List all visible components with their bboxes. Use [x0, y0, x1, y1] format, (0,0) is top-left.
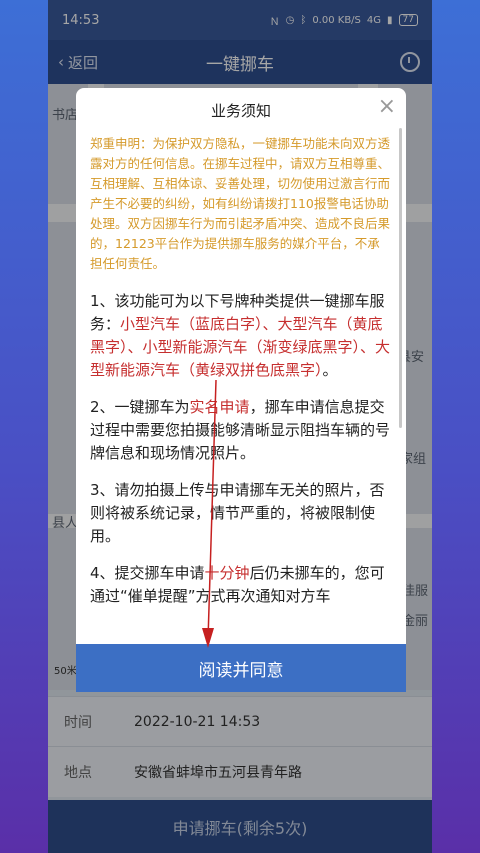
phone-screen: 14:53 Ｎ ◷ ᛒ 0.00 KB/S 4G ▮ 77 ‹ 返回 一键挪车 …: [48, 0, 432, 853]
annotation-arrow: [202, 379, 217, 648]
arrow-head: [202, 628, 214, 648]
arrow-line: [207, 379, 217, 641]
